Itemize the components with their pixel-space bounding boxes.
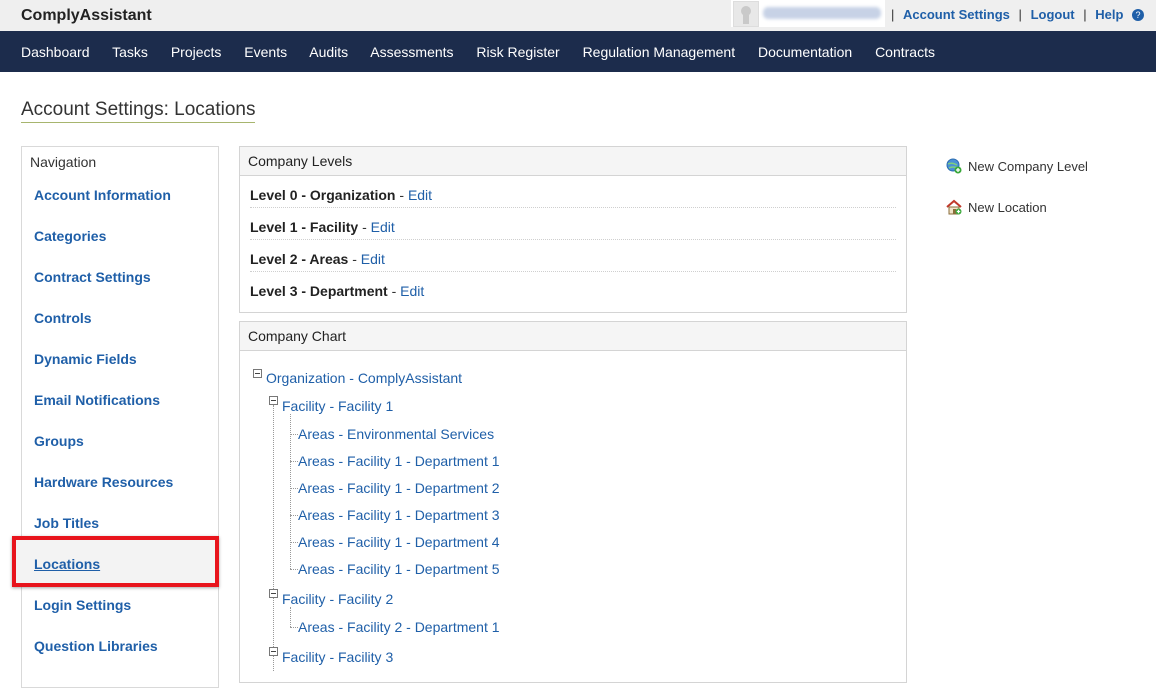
level-name: Level 0 - Organization <box>250 187 396 203</box>
sidebar-item-contract-settings[interactable]: Contract Settings <box>34 269 173 310</box>
nav-assessments[interactable]: Assessments <box>370 44 453 60</box>
navigation-header: Navigation <box>30 154 97 170</box>
sidebar-item-question-libraries[interactable]: Question Libraries <box>34 638 173 679</box>
level-row: Level 3 - Department - Edit <box>250 272 896 303</box>
avatar[interactable] <box>733 1 759 27</box>
tree-node-area[interactable]: Areas - Facility 1 - Department 4 <box>298 534 500 550</box>
separator: - <box>362 219 367 235</box>
help-link[interactable]: Help <box>1095 7 1123 22</box>
collapse-toggle-icon[interactable] <box>269 396 278 405</box>
tree-node-facility-2[interactable]: Facility - Facility 2 <box>282 591 393 607</box>
separator: - <box>391 283 397 299</box>
level-row: Level 1 - Facility - Edit <box>250 208 896 240</box>
separator: | <box>891 7 895 22</box>
tree-line <box>273 405 274 671</box>
user-box <box>731 0 885 27</box>
nav-projects[interactable]: Projects <box>171 44 222 60</box>
separator: - <box>399 187 405 203</box>
tree-node-area[interactable]: Areas - Facility 2 - Department 1 <box>298 619 500 635</box>
level-name: Level 1 - Facility <box>250 219 359 235</box>
tree-line <box>290 515 298 516</box>
house-add-icon <box>946 199 962 215</box>
tree-line <box>290 488 298 489</box>
sidebar-item-locations[interactable]: Locations <box>34 556 100 572</box>
tree-node-area[interactable]: Areas - Facility 1 - Department 5 <box>298 561 500 577</box>
help-icon[interactable]: ? <box>1132 9 1145 21</box>
separator: | <box>1083 7 1087 22</box>
sidebar-item-groups[interactable]: Groups <box>34 433 173 474</box>
sidebar-item-account-information[interactable]: Account Information <box>34 187 173 228</box>
sidebar-item-controls[interactable]: Controls <box>34 310 173 351</box>
tree-line <box>290 607 291 627</box>
username-redacted <box>763 7 881 19</box>
nav-documentation[interactable]: Documentation <box>758 44 852 60</box>
separator: | <box>1018 7 1022 22</box>
nav-audits[interactable]: Audits <box>309 44 348 60</box>
tree-node-facility-3[interactable]: Facility - Facility 3 <box>282 649 393 665</box>
nav-contracts[interactable]: Contracts <box>875 44 935 60</box>
tree-node-area[interactable]: Areas - Environmental Services <box>298 426 494 442</box>
level-name: Level 3 - Department <box>250 283 388 299</box>
sidebar-item-categories[interactable]: Categories <box>34 228 173 269</box>
edit-level-2-link[interactable]: Edit <box>361 251 385 267</box>
company-levels-panel: Company Levels Level 0 - Organization - … <box>239 146 907 313</box>
sidebar-item-dynamic-fields[interactable]: Dynamic Fields <box>34 351 173 392</box>
nav-events[interactable]: Events <box>244 44 287 60</box>
nav-regulation-management[interactable]: Regulation Management <box>583 44 736 60</box>
tree-node-area[interactable]: Areas - Facility 1 - Department 1 <box>298 453 500 469</box>
tree-line <box>290 542 298 543</box>
level-row: Level 2 - Areas - Edit <box>250 240 896 272</box>
edit-level-1-link[interactable]: Edit <box>371 219 395 235</box>
tree-line <box>290 627 298 628</box>
separator: - <box>352 251 357 267</box>
company-levels-header: Company Levels <box>240 147 906 176</box>
top-bar: ComplyAssistant | Account Settings | Log… <box>0 0 1156 31</box>
edit-level-3-link[interactable]: Edit <box>400 283 424 299</box>
new-company-level-label: New Company Level <box>968 159 1088 174</box>
collapse-toggle-icon[interactable] <box>269 647 278 656</box>
level-name: Level 2 - Areas <box>250 251 349 267</box>
collapse-toggle-icon[interactable] <box>253 369 262 378</box>
nav-tasks[interactable]: Tasks <box>112 44 148 60</box>
nav-dashboard[interactable]: Dashboard <box>21 44 90 60</box>
new-location-label: New Location <box>968 200 1047 215</box>
user-silhouette-icon <box>741 6 751 24</box>
tree-node-facility-1[interactable]: Facility - Facility 1 <box>282 398 393 414</box>
tree-line <box>290 434 298 435</box>
collapse-toggle-icon[interactable] <box>269 589 278 598</box>
sidebar-item-login-settings[interactable]: Login Settings <box>34 597 173 638</box>
logout-link[interactable]: Logout <box>1031 7 1075 22</box>
tree-node-organization[interactable]: Organization - ComplyAssistant <box>266 370 462 386</box>
tree-node-area[interactable]: Areas - Facility 1 - Department 3 <box>298 507 500 523</box>
edit-level-0-link[interactable]: Edit <box>408 187 432 203</box>
account-settings-link[interactable]: Account Settings <box>903 7 1010 22</box>
tree-line <box>290 569 298 570</box>
sidebar-item-hardware-resources[interactable]: Hardware Resources <box>34 474 173 515</box>
top-links: | Account Settings | Logout | Help ? <box>886 7 1145 22</box>
main-nav: Dashboard Tasks Projects Events Audits A… <box>0 31 1156 72</box>
sidebar-item-email-notifications[interactable]: Email Notifications <box>34 392 173 433</box>
new-location-link[interactable]: New Location <box>946 199 1047 215</box>
app-title: ComplyAssistant <box>21 7 152 24</box>
level-row: Level 0 - Organization - Edit <box>250 176 896 208</box>
tree-line <box>290 414 291 569</box>
tree-line <box>290 461 298 462</box>
globe-add-icon <box>946 158 962 174</box>
company-chart-header: Company Chart <box>240 322 906 351</box>
new-company-level-link[interactable]: New Company Level <box>946 158 1088 174</box>
tree-node-area[interactable]: Areas - Facility 1 - Department 2 <box>298 480 500 496</box>
settings-navigation: Navigation Account Information Categorie… <box>21 146 219 688</box>
page-title: Account Settings: Locations <box>21 99 256 123</box>
nav-risk-register[interactable]: Risk Register <box>476 44 559 60</box>
